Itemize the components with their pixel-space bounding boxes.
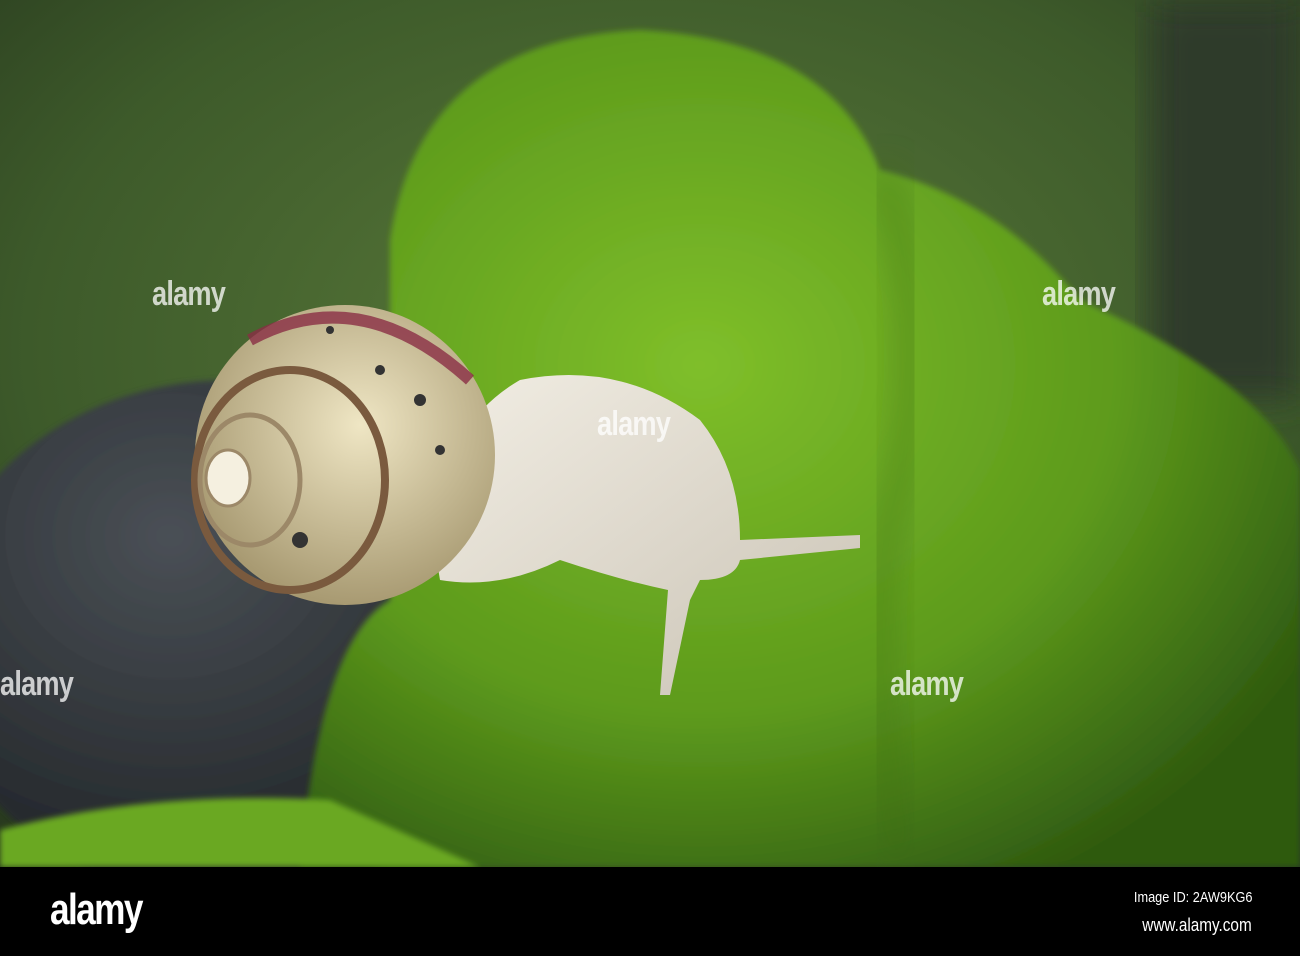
footer-bar: alamy Image ID: 2AW9KG6 www.alamy.com — [0, 867, 1300, 956]
alamy-logo: alamy — [50, 885, 143, 934]
stock-photo: alamy alamy alamy alamy alamy alamy Imag… — [0, 0, 1300, 956]
snail-shell — [191, 305, 495, 605]
watermark: alamy — [597, 405, 671, 443]
watermark: alamy — [0, 665, 74, 703]
watermark: alamy — [152, 275, 226, 313]
watermark: alamy — [1042, 275, 1116, 313]
image-id: Image ID: 2AW9KG6 — [1133, 889, 1252, 906]
site-url: www.alamy.com — [1142, 915, 1252, 935]
watermark: alamy — [890, 665, 964, 703]
